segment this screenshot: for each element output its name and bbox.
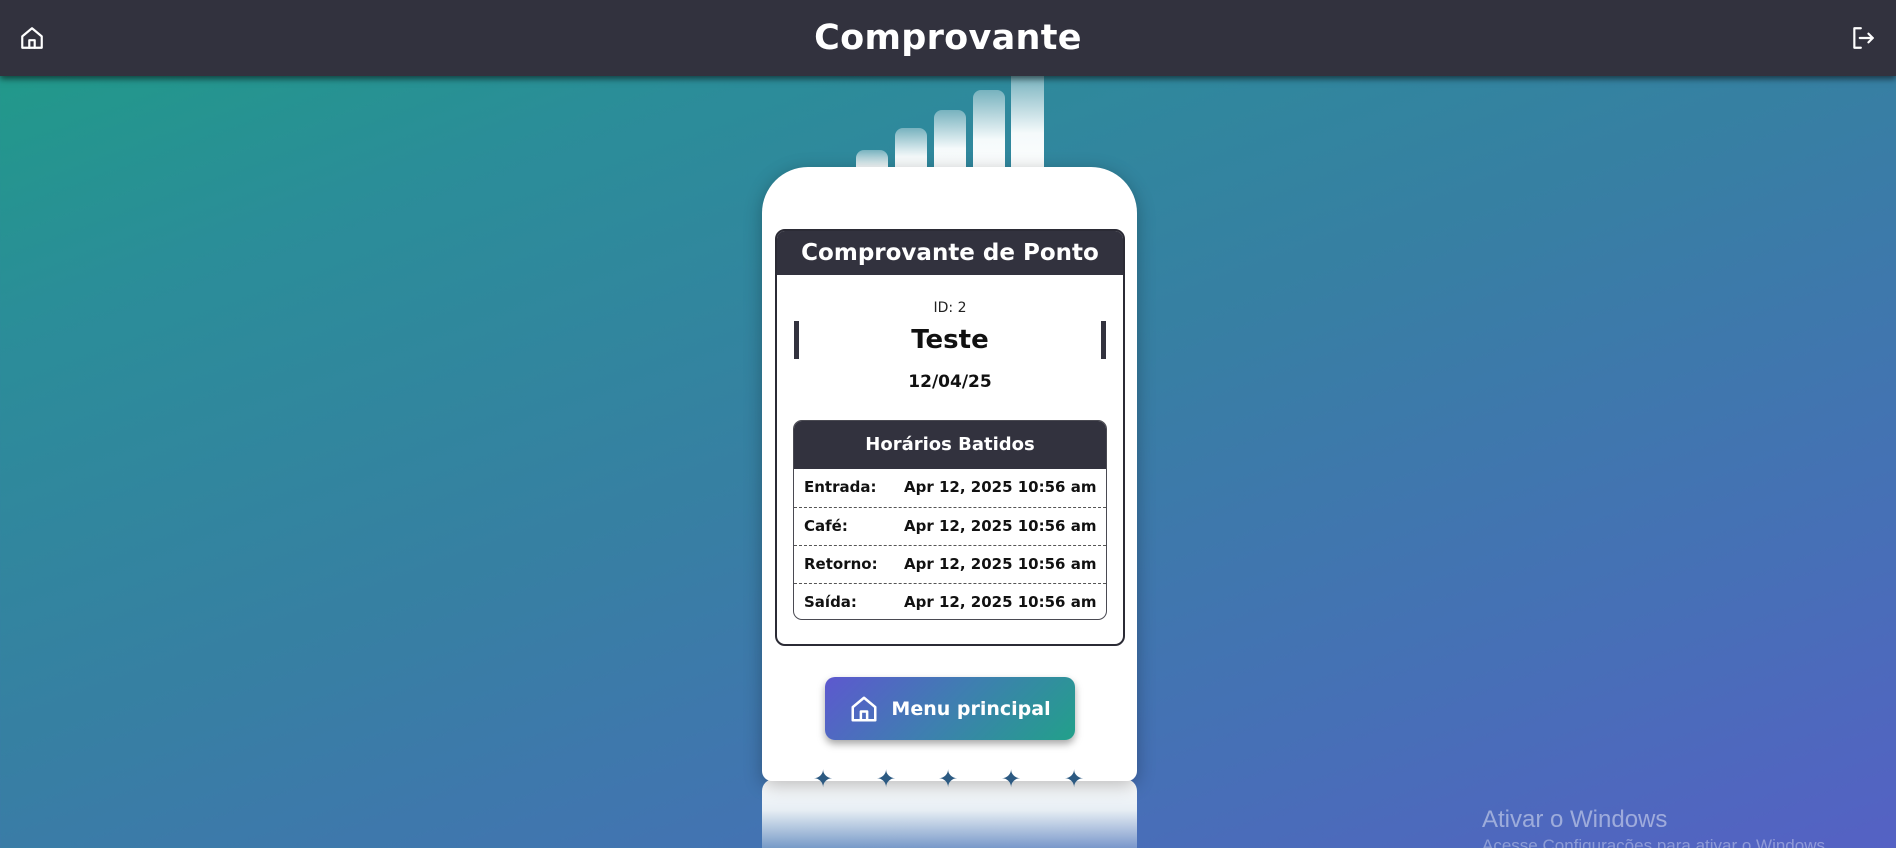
time-label: Retorno: [804,555,878,573]
receipt-id: ID: 2 [933,300,967,316]
time-row-saida: Saída: Apr 12, 2025 10:56 am [794,583,1106,619]
time-label: Saída: [804,593,857,611]
receipt: Comprovante de Ponto ID: 2 Teste 12/04/2… [775,229,1125,646]
time-value: Apr 12, 2025 10:56 am [904,555,1097,573]
time-value: Apr 12, 2025 10:56 am [904,478,1097,496]
punch-times-table: Horários Batidos Entrada: Apr 12, 2025 1… [793,420,1107,620]
time-row-entrada: Entrada: Apr 12, 2025 10:56 am [794,469,1106,507]
time-value: Apr 12, 2025 10:56 am [904,517,1097,535]
logout-icon [1853,27,1874,49]
time-label: Café: [804,517,848,535]
star-icon: ✦ [1000,765,1022,793]
logout-button[interactable] [1848,23,1878,53]
home-icon [851,696,877,721]
star-icon: ✦ [812,765,834,793]
receipt-card: Comprovante de Ponto ID: 2 Teste 12/04/2… [762,167,1137,781]
employee-name: Teste [794,321,1106,359]
time-value: Apr 12, 2025 10:56 am [904,593,1097,611]
star-icon: ✦ [875,765,897,793]
decorative-stars: ✦ ✦ ✦ ✦ ✦ [762,764,1137,794]
main-menu-button[interactable]: Menu principal [825,677,1075,740]
windows-activation-title: Ativar o Windows [1482,806,1668,833]
star-icon: ✦ [937,765,959,793]
receipt-date: 12/04/25 [908,372,992,392]
time-row-retorno: Retorno: Apr 12, 2025 10:56 am [794,545,1106,583]
decorative-bar [1011,76,1044,180]
page-title: Comprovante [814,18,1082,58]
top-bar: Comprovante [0,0,1896,76]
time-row-cafe: Café: Apr 12, 2025 10:56 am [794,507,1106,545]
punch-times-title: Horários Batidos [794,421,1106,469]
star-icon: ✦ [1063,765,1085,793]
time-label: Entrada: [804,478,877,496]
main-menu-label: Menu principal [891,697,1051,720]
windows-activation-subtitle: Acesse Configurações para ativar o Windo… [1482,836,1830,848]
receipt-title: Comprovante de Ponto [777,231,1123,275]
